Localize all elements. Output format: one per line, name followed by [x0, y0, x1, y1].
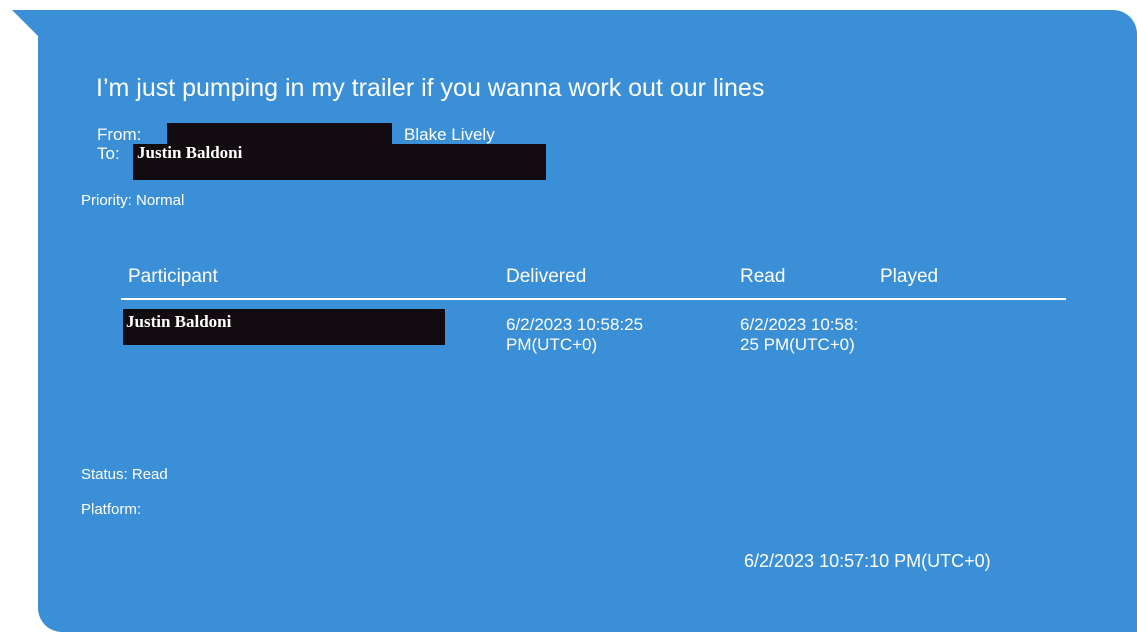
header-divider	[121, 298, 1066, 300]
message-bubble: I’m just pumping in my trailer if you wa…	[38, 10, 1137, 632]
priority-label: Priority: Normal	[81, 192, 185, 209]
message-text: I’m just pumping in my trailer if you wa…	[96, 74, 765, 102]
participant-name: Justin Baldoni	[126, 312, 232, 331]
to-label: To:	[97, 144, 120, 163]
platform-label: Platform:	[81, 501, 142, 518]
column-header-read: Read	[740, 266, 786, 287]
column-header-delivered: Delivered	[506, 266, 587, 287]
status-label: Status: Read	[81, 466, 168, 483]
recipient-name: Justin Baldoni	[137, 143, 243, 162]
message-timestamp: 6/2/2023 10:57:10 PM(UTC+0)	[744, 551, 991, 571]
sender-name: Blake Lively	[404, 125, 495, 144]
from-label: From:	[97, 125, 142, 144]
column-header-played: Played	[880, 266, 939, 287]
read-time: 6/2/2023 10:58:25 PM(UTC+0)	[740, 315, 859, 354]
column-header-participant: Participant	[128, 266, 218, 287]
delivered-time: 6/2/2023 10:58:25 PM(UTC+0)	[506, 315, 644, 354]
